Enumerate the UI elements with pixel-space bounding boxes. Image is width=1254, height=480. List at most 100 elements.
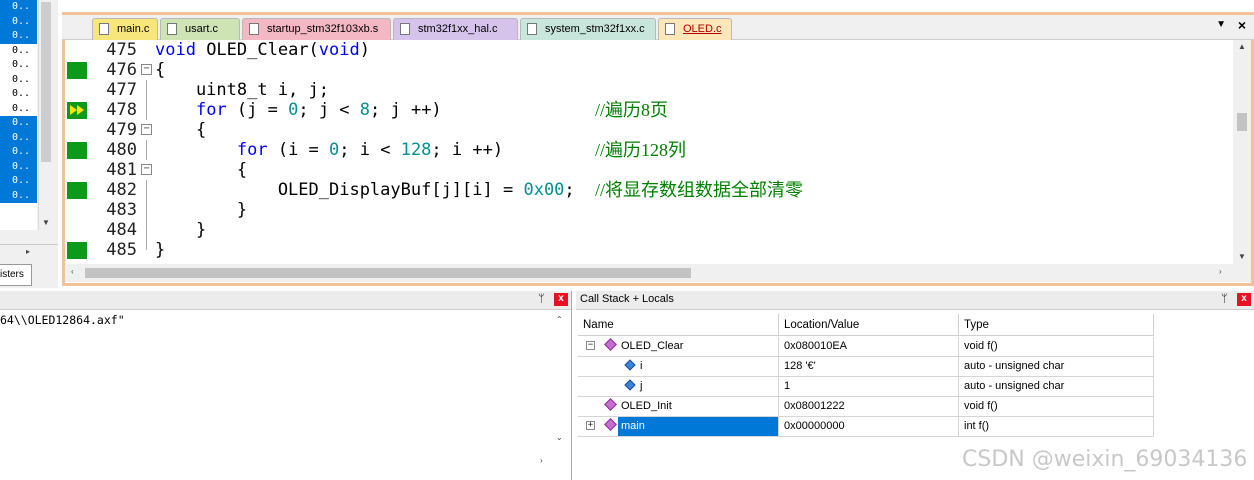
code-line[interactable]: 479− { (65, 120, 1233, 140)
register-row[interactable]: 0.. (0, 102, 37, 117)
code-line[interactable]: 477 uint8_t i, j; (65, 80, 1233, 100)
register-row[interactable]: 0.. (0, 29, 37, 44)
code-line[interactable]: 484 } (65, 220, 1233, 240)
cell-type[interactable]: void f() (959, 337, 1154, 357)
tab-startup-stm32f103xb-s[interactable]: startup_stm32f103xb.s (242, 18, 391, 40)
tab-oled-c[interactable]: OLED.c (658, 18, 732, 40)
register-row[interactable]: 0.. (0, 73, 37, 88)
cell-value[interactable]: 0x08001222 (779, 397, 959, 417)
call-stack-row[interactable]: − OLED_Clear 0x080010EA void f() (578, 337, 1154, 357)
tab-system-stm32f1xx-c[interactable]: system_stm32f1xx.c (520, 18, 656, 40)
cell-type[interactable]: int f() (959, 417, 1154, 437)
code-line[interactable]: 476−{ (65, 60, 1233, 80)
scroll-right-arrow-icon[interactable]: › (1219, 267, 1222, 276)
fold-toggle-icon[interactable]: − (141, 124, 152, 135)
cell-value[interactable]: 0x00000000 (779, 417, 959, 437)
register-row[interactable]: 0.. (0, 145, 37, 160)
tab-main-c[interactable]: main.c (92, 18, 158, 40)
code-line[interactable]: 475 void OLED_Clear(void) (65, 40, 1233, 60)
cell-value[interactable]: 0x080010EA (779, 337, 959, 357)
fold-guide (146, 220, 147, 240)
scroll-right-arrow-icon[interactable]: ▸ (26, 247, 30, 256)
cell-name[interactable]: + main (578, 417, 779, 437)
code-comment: //遍历128列 (595, 140, 687, 160)
editor-vertical-scrollbar[interactable]: ▲ ▼ (1233, 40, 1251, 264)
column-header-name[interactable]: Name (578, 314, 779, 336)
code-text: uint8_t i, j; (155, 80, 329, 100)
code-line[interactable]: 482 OLED_DisplayBuf[j][i] = 0x00; //将显存数组… (65, 180, 1233, 200)
register-row[interactable]: 0.. (0, 174, 37, 189)
fold-toggle-icon[interactable]: − (141, 164, 152, 175)
cell-name[interactable]: j (578, 377, 779, 397)
column-header-location-value[interactable]: Location/Value (779, 314, 959, 336)
register-row[interactable]: 0.. (0, 44, 37, 59)
build-output-panel: ᛘ x 64\\OLED12864.axf" ⌃ ⌄ › (0, 291, 572, 480)
cell-value[interactable]: 128 '€' (779, 357, 959, 377)
register-row[interactable]: 0.. (0, 14, 37, 29)
call-stack-row[interactable]: + main 0x00000000 int f() (578, 417, 1154, 437)
cell-text: int f() (964, 420, 990, 432)
breakpoint-marker-icon[interactable] (67, 182, 87, 199)
close-editor-icon[interactable]: × (1238, 17, 1246, 33)
code-line[interactable]: 481− { (65, 160, 1233, 180)
fold-toggle-icon[interactable]: − (141, 64, 152, 75)
code-editor[interactable]: 475 void OLED_Clear(void) 476−{477 uint8_t… (65, 40, 1233, 265)
code-line[interactable]: 478 for (j = 0; j < 8; j ++) //遍历8页 (65, 100, 1233, 120)
cell-type[interactable]: void f() (959, 397, 1154, 417)
call-stack-row[interactable]: OLED_Init 0x08001222 void f() (578, 397, 1154, 417)
scroll-left-arrow-icon[interactable]: ‹ (71, 267, 74, 276)
registers-vertical-scrollbar[interactable]: ▼ (38, 0, 52, 230)
cell-type[interactable]: auto - unsigned char (959, 377, 1154, 397)
register-row[interactable]: 0.. (0, 159, 37, 174)
code-text: void OLED_Clear(void) (155, 40, 370, 60)
cell-name[interactable]: OLED_Init (578, 397, 779, 417)
code-comment: //遍历8页 (595, 100, 669, 120)
variable-icon (624, 379, 636, 391)
register-row[interactable]: 0.. (0, 0, 37, 15)
expand-icon[interactable]: + (586, 421, 595, 430)
register-row[interactable]: 0.. (0, 188, 37, 203)
build-output-vertical-scrollbar[interactable]: ⌃ ⌄ (552, 313, 568, 445)
registers-horizontal-scrollbar[interactable]: ▸ (0, 244, 58, 258)
tab-usart-c[interactable]: usart.c (160, 18, 240, 40)
cell-value[interactable]: 1 (779, 377, 959, 397)
cell-name[interactable]: − OLED_Clear (578, 337, 779, 357)
call-stack-row[interactable]: j 1 auto - unsigned char (578, 377, 1154, 397)
editor-vertical-scroll-thumb[interactable] (1237, 113, 1247, 131)
cell-type[interactable]: auto - unsigned char (959, 357, 1154, 377)
close-call-stack-button[interactable]: x (1237, 293, 1251, 306)
scroll-down-arrow-icon[interactable]: ▼ (42, 218, 50, 227)
breakpoint-marker-icon[interactable] (67, 142, 87, 159)
code-line[interactable]: 483 } (65, 200, 1233, 220)
breakpoint-marker-icon[interactable] (67, 242, 87, 259)
code-text: } (155, 220, 207, 240)
scroll-down-arrow-icon[interactable]: ⌄ (556, 433, 563, 442)
register-row[interactable]: 0.. (0, 58, 37, 73)
code-line[interactable]: 485} (65, 240, 1233, 260)
register-row[interactable]: 0.. (0, 116, 37, 131)
registers-scroll-thumb[interactable] (41, 2, 51, 162)
scroll-up-arrow-icon[interactable]: ⌃ (556, 315, 563, 324)
breakpoint-marker-icon[interactable] (67, 62, 87, 79)
tab-stm32f1xx-hal-c[interactable]: stm32f1xx_hal.c (393, 18, 518, 40)
code-text: { (155, 120, 207, 140)
registers-tab[interactable]: isters (0, 264, 32, 286)
cell-name[interactable]: i (578, 357, 779, 377)
call-stack-row[interactable]: i 128 '€' auto - unsigned char (578, 357, 1154, 377)
close-build-output-button[interactable]: x (554, 293, 568, 306)
scroll-up-arrow-icon[interactable]: ▲ (1238, 42, 1246, 51)
register-row[interactable]: 0.. (0, 87, 37, 102)
collapse-icon[interactable]: − (586, 341, 595, 350)
tab-list-dropdown-icon[interactable]: ▼ (1216, 19, 1226, 30)
column-header-type[interactable]: Type (959, 314, 1154, 336)
current-pc-arrow-icon[interactable] (67, 102, 87, 119)
editor-horizontal-scrollbar[interactable]: ‹ › (65, 264, 1233, 282)
editor-horizontal-scroll-thumb[interactable] (85, 268, 691, 278)
code-line[interactable]: 480 for (i = 0; i < 128; i ++) //遍历128列 (65, 140, 1233, 160)
pin-icon[interactable]: ᛘ (1221, 293, 1228, 305)
register-row[interactable]: 0.. (0, 130, 37, 145)
scroll-right-arrow-icon[interactable]: › (540, 456, 543, 465)
scroll-down-arrow-icon[interactable]: ▼ (1238, 252, 1246, 261)
fold-guide (146, 200, 147, 220)
pin-icon[interactable]: ᛘ (538, 293, 545, 305)
